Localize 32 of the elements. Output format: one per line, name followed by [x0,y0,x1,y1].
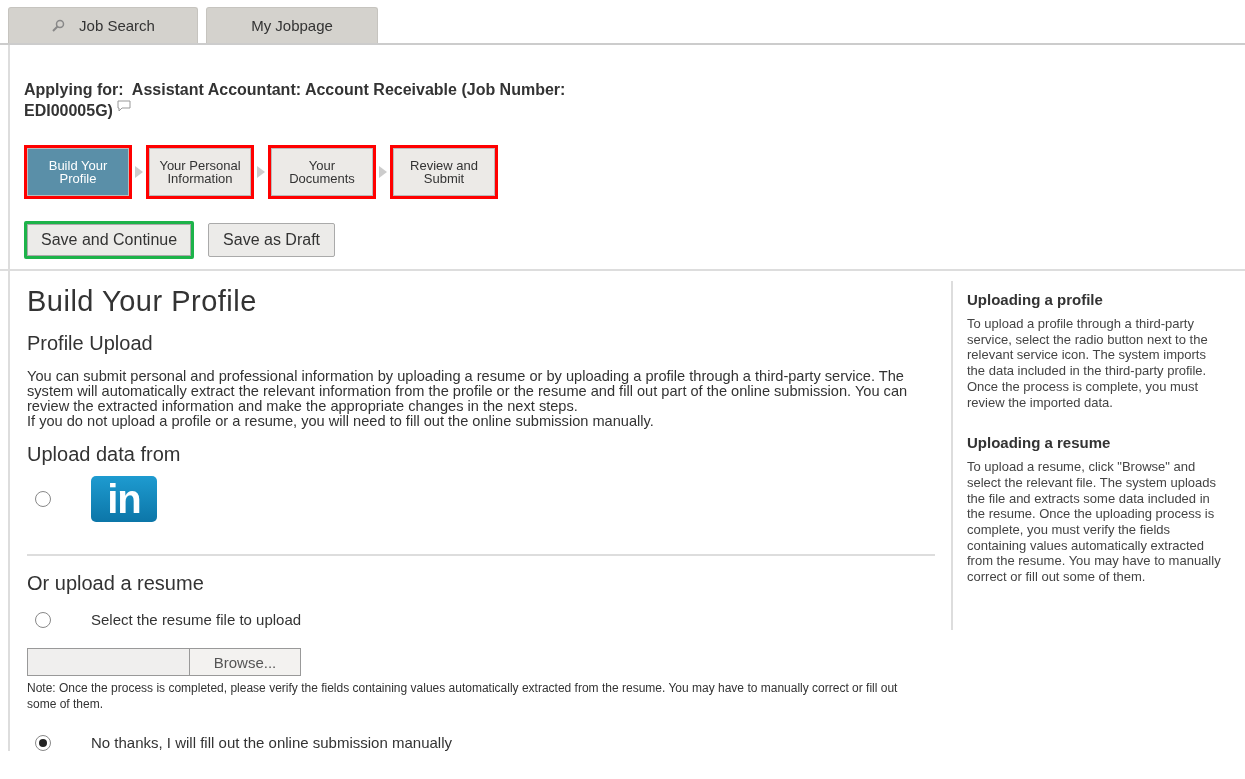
help-heading: Uploading a profile [967,291,1104,308]
step[interactable]: Build Your Profile [27,148,129,196]
option-label: Select the resume file to upload [91,611,302,628]
radio-button[interactable] [35,611,51,628]
help-text: To upload a resume, click "Browse" and select the relevant file. The system uploads the file and extracts some data included in the resume. Once the uploading process is complete, you must verify the fields containing values automatically extracted from the resume. You may have to manually correct or fill out some of them. [967,459,1222,585]
tab[interactable]: Job Search [8,7,198,43]
option-label: No thanks, I will fill out the online submission manually [91,734,452,751]
description-text: If you do not upload a profile or a resume, you will need to fill out the online submission manually. [27,414,655,429]
browse-button[interactable]: Browse... [189,648,301,676]
radio-button[interactable] [35,734,51,751]
help-heading: Uploading a resume [967,434,1112,452]
help-text: To upload a profile through a third-party service, select the radio button next to the relevant service icon. The system imports the data included in the third-party profile. Once the process is complete, you must review the imported data. [967,316,1209,411]
step[interactable]: Your Documents [271,148,373,196]
description-text: You can submit personal and professional information by uploading a resume or by uploading a profile through a third-party service. The system will automatically extract the relevant information from the profile or the resume and fill out part of the online submission. You can review the extracted information and make the appropriate changes in the next steps. [27,369,909,414]
applying-for-text: Applying for: Assistant Accountant: Account Receivable (Job Number: EDI00005G) [24,80,567,121]
radio-button[interactable] [35,491,51,507]
step-arrow-icon [134,165,144,179]
tab[interactable]: My Jobpage [206,7,378,43]
page-title: Build Your Profile [27,285,258,318]
step[interactable]: Your Personal Information [149,148,251,196]
save-continue-button[interactable]: Save and Continue [24,221,195,259]
note-text: Note: Once the process is completed, please verify the fields containing values automatically extracted from the resume. You may have to manually correct or fill out some of them. [27,680,899,712]
section-title: Upload data from [27,443,182,466]
step-arrow-icon [256,165,266,179]
comment-icon[interactable] [117,100,132,112]
step-arrow-icon [378,165,388,179]
section-title: Or upload a resume [27,572,205,595]
section-title: Profile Upload [27,332,154,355]
step[interactable]: Review and Submit [393,148,495,196]
linkedin-logo-icon[interactable]: in [91,476,157,522]
file-field[interactable] [27,648,189,676]
save-draft-button[interactable]: Save as Draft [208,223,336,257]
